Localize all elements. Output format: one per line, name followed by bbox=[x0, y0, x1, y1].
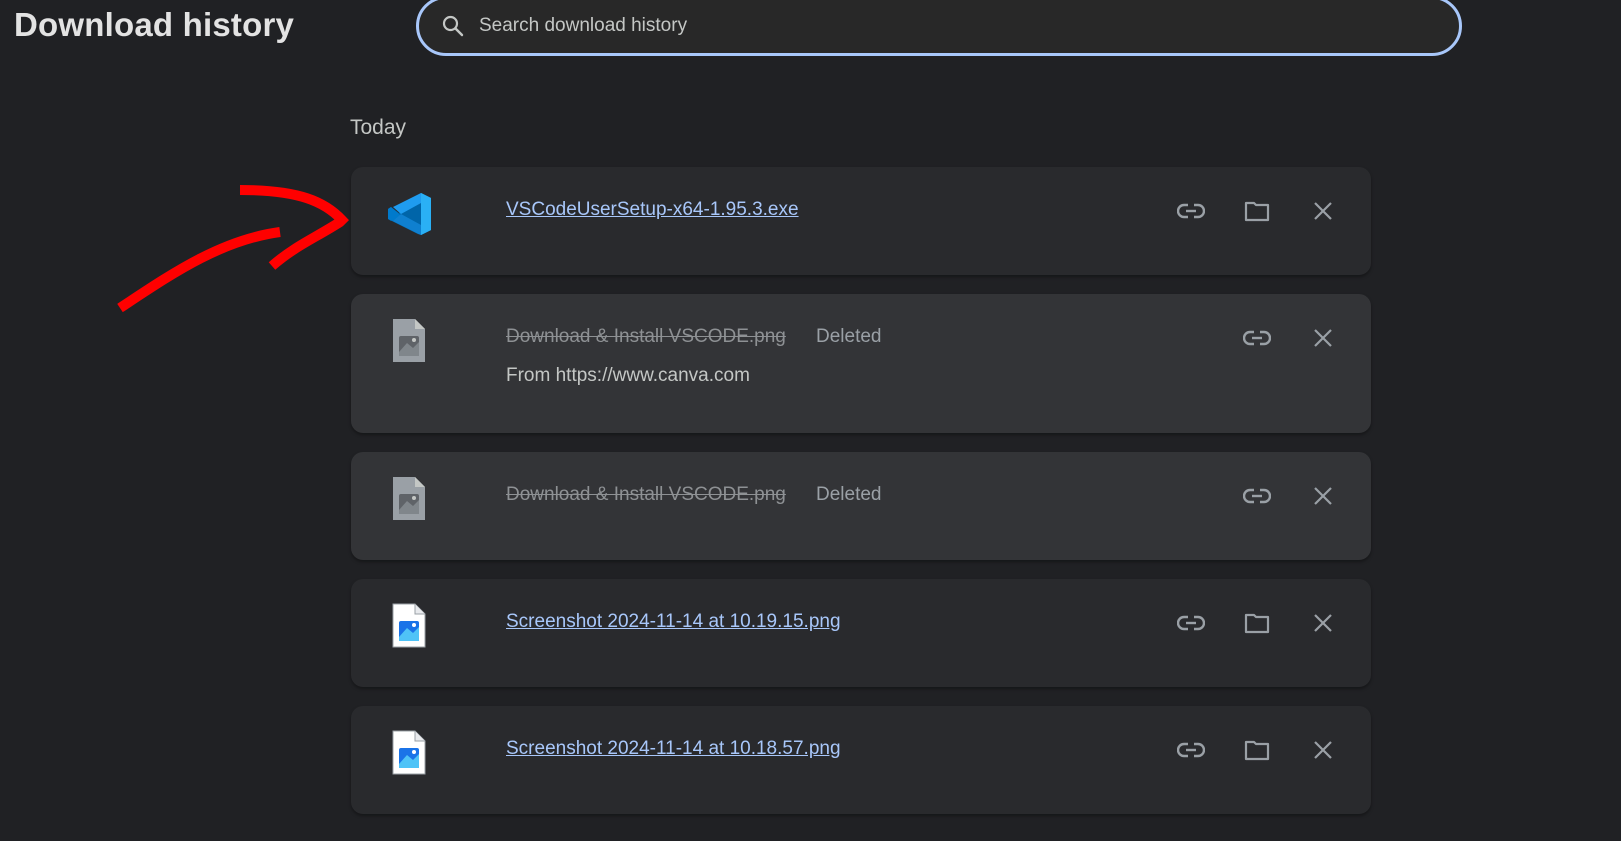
file-name-link: Download & Install VSCODE.png bbox=[506, 326, 786, 347]
section-label-today: Today bbox=[350, 116, 407, 139]
link-icon bbox=[1177, 736, 1205, 764]
show-in-folder-button[interactable] bbox=[1239, 732, 1275, 768]
link-icon bbox=[1177, 197, 1205, 225]
status-badge: Deleted bbox=[816, 326, 882, 347]
folder-icon bbox=[1243, 736, 1271, 764]
search-input[interactable] bbox=[477, 14, 1381, 38]
copy-link-button[interactable] bbox=[1239, 320, 1275, 356]
item-actions bbox=[1173, 193, 1341, 229]
vscode-icon bbox=[385, 189, 435, 239]
file-name-link[interactable]: Screenshot 2024-11-14 at 10.19.15.png bbox=[506, 611, 841, 633]
close-icon bbox=[1311, 199, 1335, 223]
download-item: Screenshot 2024-11-14 at 10.18.57.png bbox=[351, 706, 1371, 814]
copy-link-button[interactable] bbox=[1173, 732, 1209, 768]
remove-button[interactable] bbox=[1305, 732, 1341, 768]
remove-button[interactable] bbox=[1305, 320, 1341, 356]
search-icon bbox=[441, 13, 467, 39]
download-item: VSCodeUserSetup-x64-1.95.3.exe bbox=[351, 167, 1371, 275]
file-name-link: Download & Install VSCODE.png bbox=[506, 484, 786, 505]
close-icon bbox=[1311, 738, 1335, 762]
remove-button[interactable] bbox=[1305, 605, 1341, 641]
item-actions bbox=[1239, 320, 1341, 356]
source-url: From https://www.canva.com bbox=[506, 365, 750, 386]
image-file-icon bbox=[385, 474, 435, 524]
download-item: Download & Install VSCODE.png Deleted Fr… bbox=[351, 294, 1371, 433]
copy-link-button[interactable] bbox=[1173, 605, 1209, 641]
file-name-link[interactable]: VSCodeUserSetup-x64-1.95.3.exe bbox=[506, 199, 799, 221]
item-actions bbox=[1173, 732, 1341, 768]
close-icon bbox=[1311, 484, 1335, 508]
link-icon bbox=[1177, 609, 1205, 637]
page-title: Download history bbox=[14, 6, 295, 43]
item-actions bbox=[1239, 478, 1341, 514]
item-actions bbox=[1173, 605, 1341, 641]
link-icon bbox=[1243, 482, 1271, 510]
search-box[interactable] bbox=[416, 0, 1462, 56]
image-file-icon bbox=[385, 601, 435, 651]
link-icon bbox=[1243, 324, 1271, 352]
copy-link-button[interactable] bbox=[1173, 193, 1209, 229]
download-item: Download & Install VSCODE.png Deleted bbox=[351, 452, 1371, 560]
red-arrow-annotation bbox=[117, 185, 349, 313]
status-badge: Deleted bbox=[816, 484, 882, 505]
show-in-folder-button[interactable] bbox=[1239, 193, 1275, 229]
file-name-link[interactable]: Screenshot 2024-11-14 at 10.18.57.png bbox=[506, 738, 841, 760]
close-icon bbox=[1311, 326, 1335, 350]
download-item: Screenshot 2024-11-14 at 10.19.15.png bbox=[351, 579, 1371, 687]
image-file-icon bbox=[385, 728, 435, 778]
remove-button[interactable] bbox=[1305, 478, 1341, 514]
download-list: VSCodeUserSetup-x64-1.95.3.exe Download … bbox=[351, 167, 1371, 833]
show-in-folder-button[interactable] bbox=[1239, 605, 1275, 641]
remove-button[interactable] bbox=[1305, 193, 1341, 229]
close-icon bbox=[1311, 611, 1335, 635]
copy-link-button[interactable] bbox=[1239, 478, 1275, 514]
folder-icon bbox=[1243, 609, 1271, 637]
image-file-icon bbox=[385, 316, 435, 366]
folder-icon bbox=[1243, 197, 1271, 225]
